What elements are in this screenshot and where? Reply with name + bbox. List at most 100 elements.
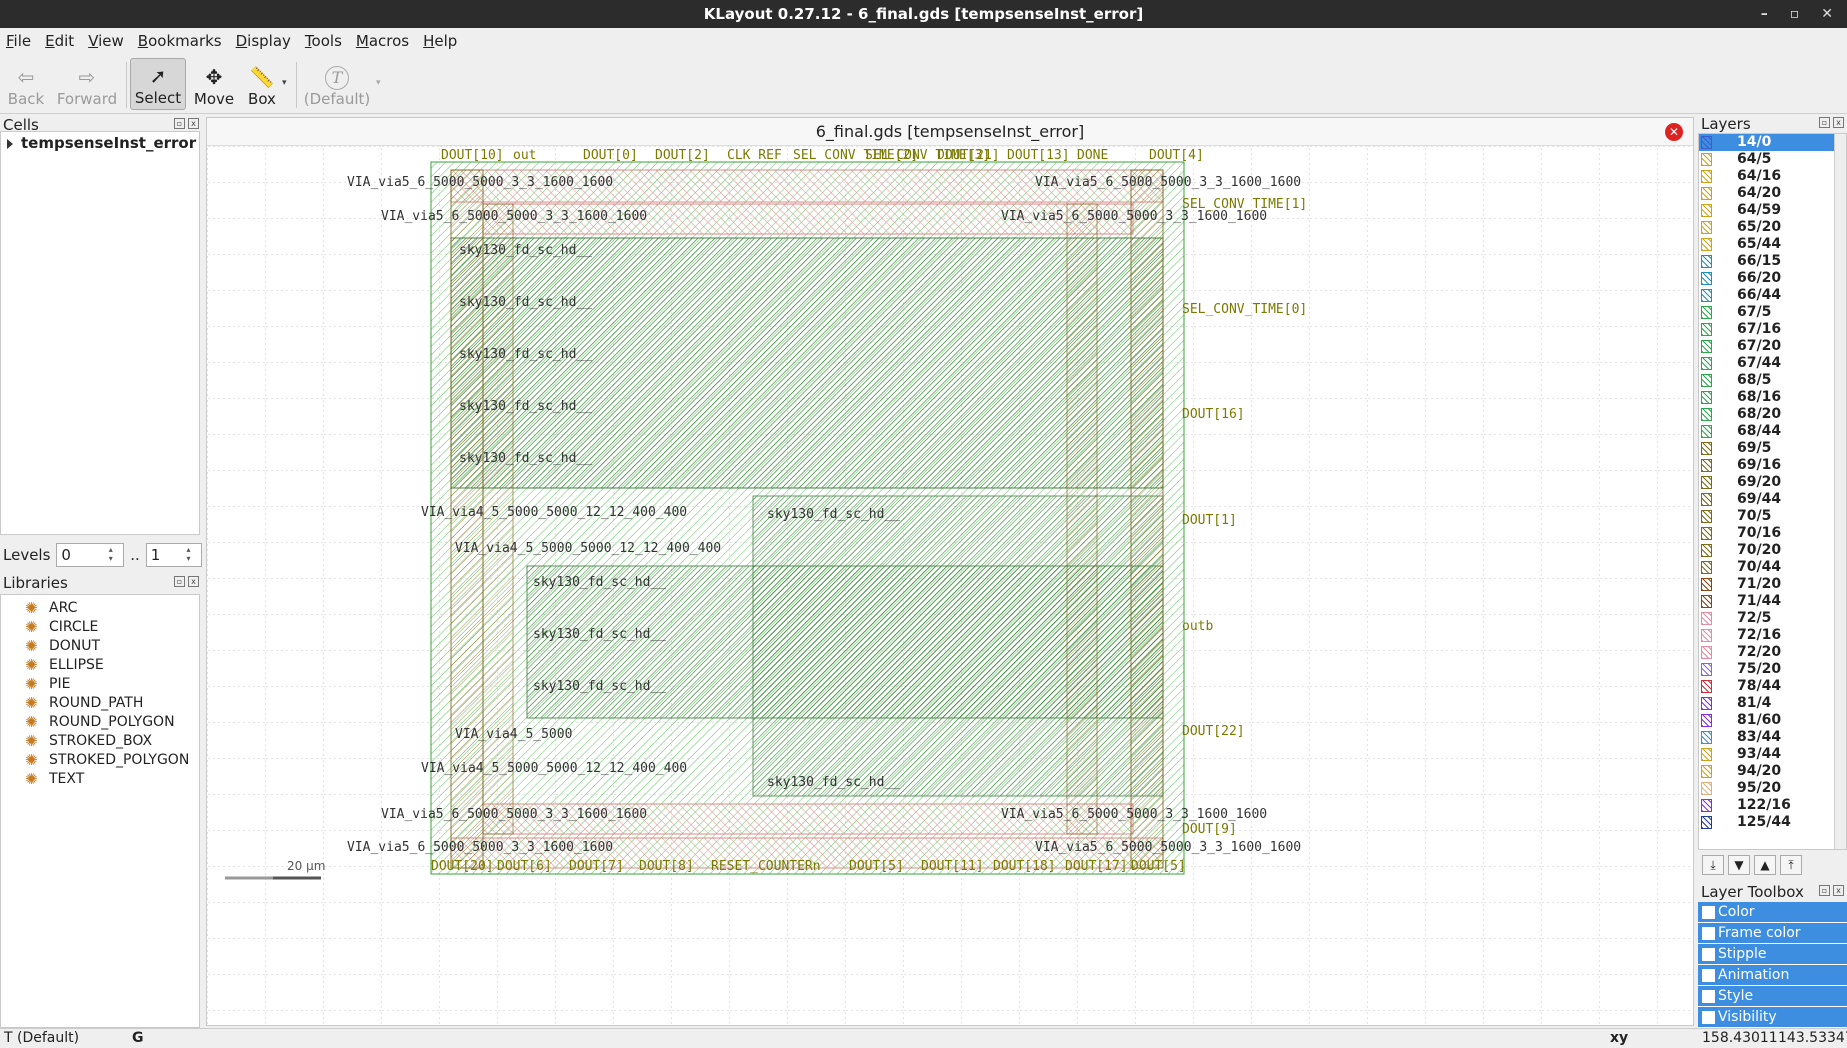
float-icon[interactable]: ▫ <box>1819 885 1830 896</box>
libraries-tree[interactable]: ✺ ARC ✺ CIRCLE ✺ DONUT ✺ ELLIPSE ✺ PIE ✺ ROUND… <box>0 594 200 1028</box>
forward-button[interactable]: ⇨ Forward <box>54 58 120 110</box>
layer-item[interactable]: 71/44 <box>1699 593 1846 610</box>
layer-item[interactable]: 81/60 <box>1699 712 1846 729</box>
text-default-button[interactable]: T (Default) <box>302 58 372 110</box>
layer-item[interactable]: 93/44 <box>1699 746 1846 763</box>
layer-item[interactable]: 75/20 <box>1699 661 1846 678</box>
layer-item[interactable]: 64/59 <box>1699 202 1846 219</box>
layer-item[interactable]: 95/20 <box>1699 780 1846 797</box>
library-item[interactable]: ✺ CIRCLE <box>1 618 199 637</box>
layer-item[interactable]: 66/20 <box>1699 270 1846 287</box>
layout-canvas[interactable]: VIA_via5_6_5000_5000_3_3_1600_1600 VIA_v… <box>207 146 1693 1024</box>
toolbox-stipple[interactable]: Stipple <box>1698 944 1847 965</box>
menu-macros[interactable]: Macros <box>356 32 409 50</box>
layer-item[interactable]: 64/5 <box>1699 151 1846 168</box>
layer-item[interactable]: 71/20 <box>1699 576 1846 593</box>
toolbox-visibility[interactable]: Visibility <box>1698 1007 1847 1028</box>
move-bottom-icon[interactable]: ⤓ <box>1702 855 1724 875</box>
menu-bookmarks[interactable]: Bookmarks <box>138 32 222 50</box>
menu-help[interactable]: Help <box>423 32 457 50</box>
layer-item[interactable]: 67/16 <box>1699 321 1846 338</box>
layer-item[interactable]: 68/44 <box>1699 423 1846 440</box>
layer-item[interactable]: 72/16 <box>1699 627 1846 644</box>
layer-item[interactable]: 78/44 <box>1699 678 1846 695</box>
layer-item[interactable]: 70/20 <box>1699 542 1846 559</box>
cell-root[interactable]: tempsenseInst_error <box>1 132 199 152</box>
library-item[interactable]: ✺ DONUT <box>1 637 199 656</box>
close-icon[interactable]: ✕ <box>1821 0 1833 28</box>
library-item[interactable]: ✺ STROKED_POLYGON <box>1 751 199 770</box>
text-dropdown-icon[interactable]: ▾ <box>376 78 381 88</box>
layer-item[interactable]: 14/0 <box>1699 134 1846 151</box>
layer-item[interactable]: 67/5 <box>1699 304 1846 321</box>
float-icon[interactable]: ▫ <box>1819 117 1830 128</box>
toolbox-frame-color[interactable]: Frame color <box>1698 923 1847 944</box>
layer-item[interactable]: 68/16 <box>1699 389 1846 406</box>
library-item[interactable]: ✺ ROUND_PATH <box>1 694 199 713</box>
restore-icon[interactable]: ▫ <box>1790 0 1800 28</box>
layer-item[interactable]: 64/20 <box>1699 185 1846 202</box>
back-button[interactable]: ⇦ Back <box>6 58 46 110</box>
layer-item[interactable]: 69/20 <box>1699 474 1846 491</box>
layer-item[interactable]: 125/44 <box>1699 814 1846 831</box>
toolbox-color[interactable]: Color <box>1698 902 1847 923</box>
layer-item[interactable]: 66/44 <box>1699 287 1846 304</box>
library-item[interactable]: ✺ STROKED_BOX <box>1 732 199 751</box>
float-icon[interactable]: ▫ <box>174 118 185 129</box>
menu-edit[interactable]: Edit <box>45 32 74 50</box>
box-button[interactable]: 📏 Box <box>242 58 282 110</box>
cell-label: sky130_fd_sc_hd__ <box>767 507 900 522</box>
move-up-icon[interactable]: ▲ <box>1754 855 1776 875</box>
layer-item[interactable]: 69/16 <box>1699 457 1846 474</box>
cells-tree[interactable]: tempsenseInst_error <box>0 131 200 535</box>
layer-item[interactable]: 68/5 <box>1699 372 1846 389</box>
library-item[interactable]: ✺ ROUND_POLYGON <box>1 713 199 732</box>
select-button[interactable]: ➚ Select <box>130 58 186 110</box>
library-item[interactable]: ✺ ARC <box>1 599 199 618</box>
library-item[interactable]: ✺ ELLIPSE <box>1 656 199 675</box>
float-icon[interactable]: ▫ <box>174 576 185 587</box>
layer-item[interactable]: 68/20 <box>1699 406 1846 423</box>
close-icon[interactable]: x <box>1833 885 1844 896</box>
menu-tools[interactable]: Tools <box>305 32 342 50</box>
toolbox-animation[interactable]: Animation <box>1698 965 1847 986</box>
layer-item[interactable]: 122/16 <box>1699 797 1846 814</box>
pin-label: DOUT[21] <box>937 148 1000 163</box>
layers-list[interactable]: 14/0 64/5 64/16 64/20 64/59 65/20 65/44 66/15 66… <box>1698 133 1847 850</box>
menu-view[interactable]: View <box>88 32 124 50</box>
library-item[interactable]: ✺ TEXT <box>1 770 199 789</box>
layer-item[interactable]: 72/20 <box>1699 644 1846 661</box>
box-dropdown-icon[interactable]: ▾ <box>282 78 287 88</box>
library-item[interactable]: ✺ PIE <box>1 675 199 694</box>
layer-item[interactable]: 67/44 <box>1699 355 1846 372</box>
layer-item[interactable]: 65/44 <box>1699 236 1846 253</box>
move-button[interactable]: ✥ Move <box>190 58 238 110</box>
layer-item[interactable]: 70/16 <box>1699 525 1846 542</box>
levels-to-input[interactable]: 1 <box>145 543 202 567</box>
move-top-icon[interactable]: ⤒ <box>1780 855 1802 875</box>
layer-item[interactable]: 69/5 <box>1699 440 1846 457</box>
layer-item[interactable]: 72/5 <box>1699 610 1846 627</box>
menu-display[interactable]: Display <box>236 32 291 50</box>
layer-item[interactable]: 81/4 <box>1699 695 1846 712</box>
layer-item[interactable]: 70/5 <box>1699 508 1846 525</box>
toolbox-style[interactable]: Style <box>1698 986 1847 1007</box>
layer-item[interactable]: 64/16 <box>1699 168 1846 185</box>
layers-scrollbar[interactable] <box>1834 134 1846 849</box>
layer-item[interactable]: 65/20 <box>1699 219 1846 236</box>
levels-from-input[interactable]: 0 <box>56 543 125 567</box>
close-tab-icon[interactable]: ✕ <box>1665 123 1683 141</box>
layer-item[interactable]: 66/15 <box>1699 253 1846 270</box>
layer-item[interactable]: 94/20 <box>1699 763 1846 780</box>
cell-label: sky130_fd_sc_hd__ <box>533 627 666 642</box>
move-down-icon[interactable]: ▼ <box>1728 855 1750 875</box>
layer-item[interactable]: 67/20 <box>1699 338 1846 355</box>
layer-item[interactable]: 69/44 <box>1699 491 1846 508</box>
close-icon[interactable]: x <box>1833 117 1844 128</box>
close-icon[interactable]: x <box>188 576 199 587</box>
menu-file[interactable]: File <box>6 32 31 50</box>
close-icon[interactable]: x <box>188 118 199 129</box>
layer-item[interactable]: 83/44 <box>1699 729 1846 746</box>
layer-item[interactable]: 70/44 <box>1699 559 1846 576</box>
minimize-icon[interactable]: – <box>1761 0 1768 28</box>
